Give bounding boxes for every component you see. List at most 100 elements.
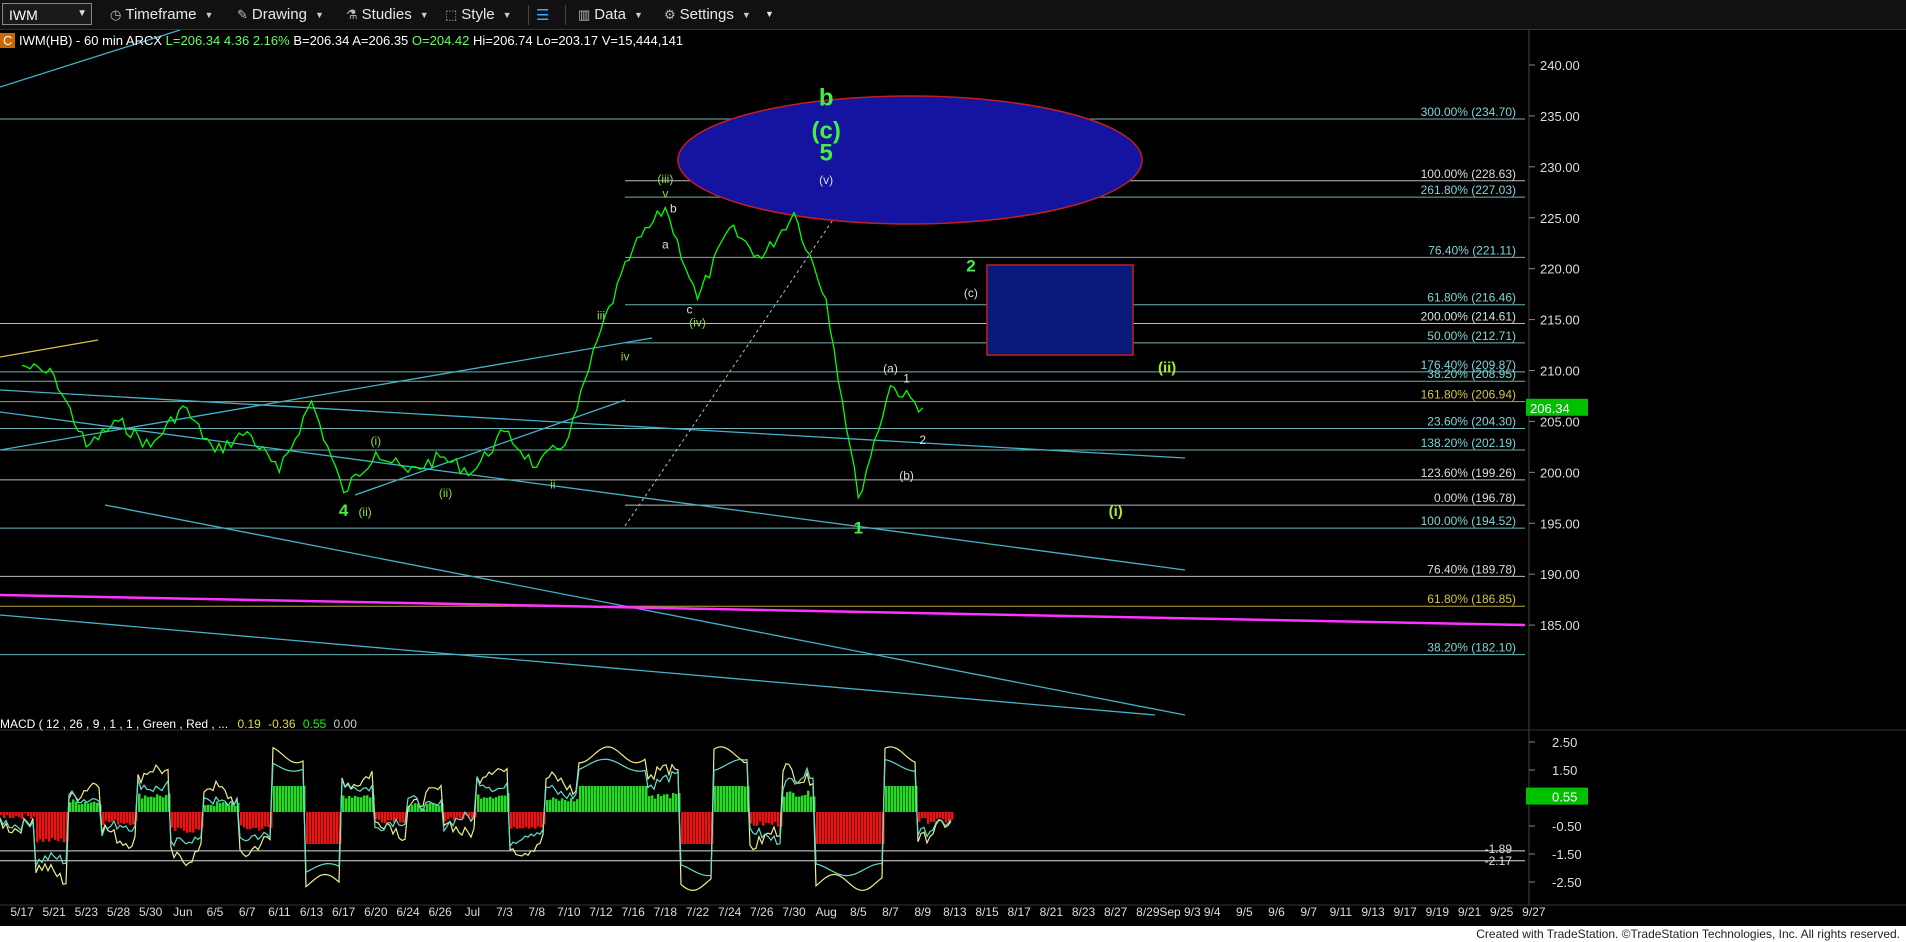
macd-histogram-bar <box>159 795 162 812</box>
wave-label: a <box>662 237 669 251</box>
macd-value-2: -0.36 <box>268 717 296 731</box>
macd-histogram-bar <box>750 812 753 824</box>
macd-histogram-bar <box>936 812 939 819</box>
date-tick-label: 8/17 <box>1007 905 1031 919</box>
macd-histogram-bar <box>63 812 66 843</box>
macd-histogram-bar <box>258 812 261 831</box>
macd-histogram-bar <box>723 786 726 812</box>
macd-histogram-bar <box>900 786 903 812</box>
macd-histogram-bar <box>774 812 777 823</box>
date-tick-label: 5/28 <box>107 905 131 919</box>
date-tick-label: 7/10 <box>557 905 581 919</box>
date-tick-label: 8/9 <box>914 905 931 919</box>
date-tick-label: 5/17 <box>10 905 34 919</box>
macd-histogram-bar <box>105 812 108 821</box>
price-tick-label: 205.00 <box>1540 414 1580 429</box>
macd-histogram-bar <box>492 798 495 812</box>
style-menu[interactable]: ⬚ Style ▼ <box>445 6 512 26</box>
macd-histogram-bar <box>147 797 150 812</box>
date-tick-label: 9/17 <box>1394 905 1418 919</box>
macd-histogram-bar <box>345 798 348 812</box>
trend-line <box>0 339 99 358</box>
macd-histogram-bar <box>327 812 330 844</box>
macd-histogram-bar <box>312 812 315 844</box>
macd-histogram-bar <box>642 786 645 812</box>
date-tick-label: 9/25 <box>1490 905 1514 919</box>
macd-histogram-bar <box>120 812 123 823</box>
date-tick-label: 7/26 <box>750 905 774 919</box>
macd-histogram-bar <box>735 786 738 812</box>
macd-histogram-bar <box>189 812 192 833</box>
macd-histogram-bar <box>33 812 36 817</box>
macd-histogram-bar <box>873 812 876 844</box>
macd-histogram-bar <box>576 799 579 812</box>
date-tick-label: 8/5 <box>850 905 867 919</box>
macd-histogram-bar <box>591 786 594 812</box>
macd-histogram-bar <box>330 812 333 844</box>
macd-histogram-bar <box>489 796 492 812</box>
macd-histogram-bar <box>411 804 414 812</box>
wave-label: iii <box>597 309 605 323</box>
macd-histogram-bar <box>510 812 513 829</box>
more-caret-icon[interactable]: ▼ <box>765 9 774 29</box>
macd-histogram-bar <box>513 812 516 828</box>
layout-icon[interactable]: ☰ <box>536 6 549 26</box>
macd-histogram-bar <box>864 812 867 844</box>
macd-histogram-bar <box>387 812 390 821</box>
wave-label: v <box>662 186 668 200</box>
drawing-menu[interactable]: ✎ Drawing ▼ <box>237 6 324 26</box>
info-bid: B=206.34 <box>293 33 350 48</box>
macd-histogram <box>0 786 954 844</box>
date-tick-label: 7/16 <box>621 905 645 919</box>
macd-histogram-bar <box>768 812 771 824</box>
macd-histogram-bar <box>765 812 768 823</box>
data-menu[interactable]: ▥ Data ▼ <box>578 6 643 26</box>
settings-menu[interactable]: ⚙ Settings ▼ <box>664 6 751 26</box>
macd-histogram-bar <box>594 786 597 812</box>
macd-histogram-bar <box>792 792 795 812</box>
macd-histogram-bar <box>114 812 117 820</box>
info-low: Lo=203.17 <box>536 33 599 48</box>
macd-histogram-bar <box>918 812 921 822</box>
fib-level-label: 23.60% (204.30) <box>1427 415 1516 429</box>
macd-histogram-bar <box>27 812 30 816</box>
chart-canvas[interactable]: 240.00235.00230.00225.00220.00215.00210.… <box>0 30 1906 926</box>
info-last: L=206.34 <box>165 33 221 48</box>
timeframe-menu[interactable]: ◷ Timeframe ▼ <box>110 6 213 26</box>
date-tick-label: 8/15 <box>975 905 999 919</box>
macd-histogram-bar <box>87 803 90 812</box>
symbol-input[interactable]: IWM ▼ <box>2 3 92 25</box>
studies-menu[interactable]: ⚗ Studies ▼ <box>346 6 429 26</box>
date-tick-label: 7/18 <box>654 905 678 919</box>
price-tick-label: 235.00 <box>1540 109 1580 124</box>
macd-histogram-bar <box>618 786 621 812</box>
wave-label: c <box>686 302 692 316</box>
chevron-down-icon[interactable]: ▼ <box>77 8 87 19</box>
pencil-icon: ✎ <box>237 7 248 22</box>
macd-histogram-bar <box>255 812 258 828</box>
macd-histogram-bar <box>39 812 42 840</box>
macd-histogram-bar <box>855 812 858 844</box>
footer-text: Created with TradeStation. ©TradeStation… <box>1476 927 1900 941</box>
price-tick-label: 195.00 <box>1540 516 1580 531</box>
macd-histogram-bar <box>672 792 675 812</box>
macd-histogram-bar <box>378 812 381 821</box>
macd-histogram-bar <box>945 812 948 823</box>
macd-histogram-bar <box>753 812 756 826</box>
macd-histogram-bar <box>141 798 144 812</box>
info-open: O=204.42 <box>411 33 470 48</box>
macd-histogram-bar <box>171 812 174 828</box>
macd-histogram-bar <box>243 812 246 828</box>
macd-histogram-bar <box>558 800 561 812</box>
macd-histogram-bar <box>348 795 351 812</box>
macd-histogram-bar <box>762 812 765 826</box>
info-badge: C <box>0 33 16 48</box>
date-tick-label: 9/5 <box>1236 905 1253 919</box>
macd-histogram-bar <box>816 812 819 844</box>
fib-level-label: 76.40% (221.11) <box>1428 243 1516 257</box>
wave-label: 1 <box>854 518 863 537</box>
macd-histogram-bar <box>564 799 567 812</box>
macd-histogram-bar <box>741 786 744 812</box>
macd-histogram-bar <box>573 801 576 812</box>
wave-label: (iv) <box>689 316 706 330</box>
